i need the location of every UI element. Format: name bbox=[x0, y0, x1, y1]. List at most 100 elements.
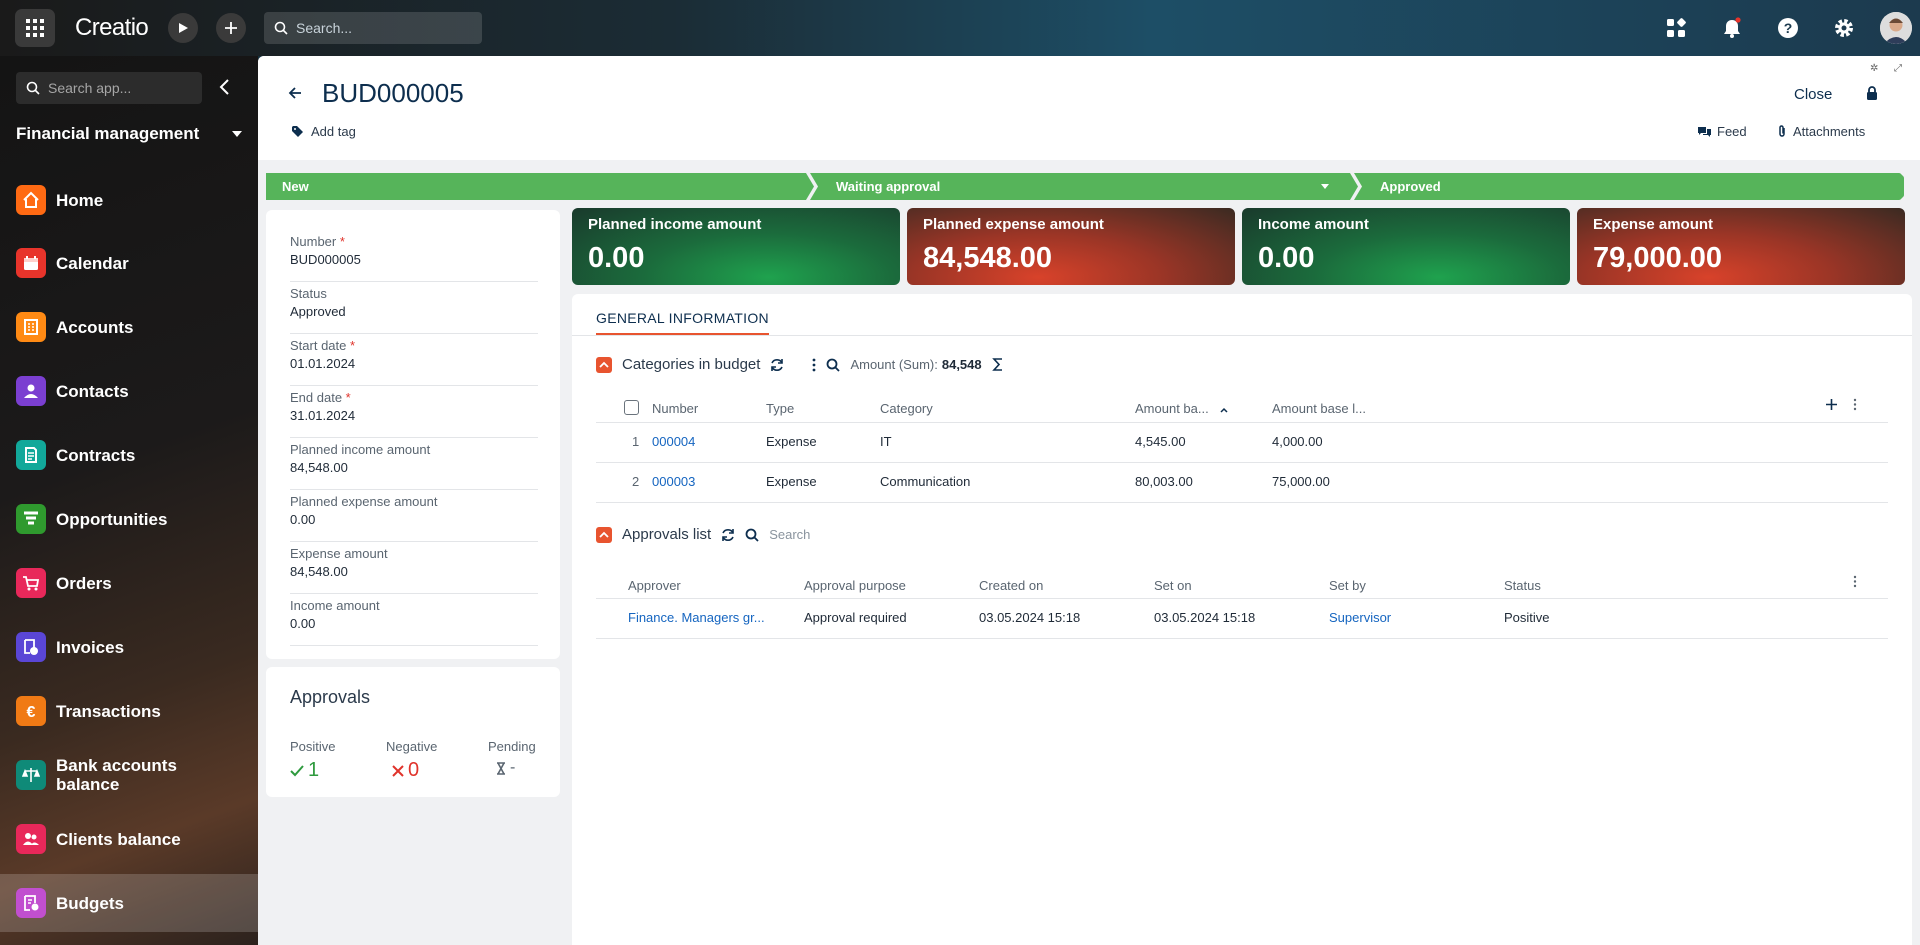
refresh-icon[interactable] bbox=[770, 358, 784, 372]
app-launcher-button[interactable] bbox=[15, 9, 55, 47]
lock-icon bbox=[1867, 86, 1877, 100]
app-search-input[interactable]: Search app... bbox=[16, 72, 202, 104]
sidebar-item-home[interactable]: Home bbox=[0, 171, 258, 229]
expand-icon[interactable]: ⤢ bbox=[1894, 63, 1902, 74]
column-header-created-on[interactable]: Created on bbox=[979, 578, 1043, 593]
lock-button[interactable] bbox=[1866, 86, 1878, 103]
widgets-button[interactable] bbox=[1662, 14, 1690, 42]
back-button[interactable] bbox=[288, 86, 302, 103]
sidebar-item-label: Budgets bbox=[56, 893, 124, 913]
field-number[interactable]: Number * BUD000005 bbox=[290, 234, 538, 282]
user-avatar[interactable] bbox=[1880, 12, 1912, 44]
feed-button[interactable]: Feed bbox=[1698, 124, 1747, 139]
sidebar-item-invoices[interactable]: Invoices bbox=[0, 618, 258, 676]
stage-approved[interactable]: Approved bbox=[1354, 173, 1904, 200]
column-header-amount-base-l[interactable]: Amount base l... bbox=[1272, 401, 1366, 416]
kpi-expense-amount: Expense amount 79,000.00 bbox=[1577, 208, 1905, 285]
stage-new[interactable]: New bbox=[266, 173, 814, 200]
workspace-selector[interactable]: Financial management bbox=[16, 124, 242, 144]
tag-icon bbox=[292, 126, 303, 137]
stage-waiting-approval[interactable]: Waiting approval bbox=[810, 173, 1358, 200]
sidebar-item-contracts[interactable]: Contracts bbox=[0, 426, 258, 484]
attachments-button[interactable]: Attachments bbox=[1777, 124, 1865, 139]
field-planned-expense-amount[interactable]: Planned expense amount 0.00 bbox=[290, 494, 538, 542]
refresh-icon[interactable] bbox=[721, 528, 735, 542]
transactions-icon: € bbox=[16, 696, 46, 726]
row-amount-base: 4,545.00 bbox=[1135, 434, 1186, 449]
field-expense-amount[interactable]: Expense amount 84,548.00 bbox=[290, 546, 538, 594]
app-search-placeholder: Search app... bbox=[48, 80, 132, 96]
field-planned-income-amount[interactable]: Planned income amount 84,548.00 bbox=[290, 442, 538, 490]
column-header-number[interactable]: Number bbox=[652, 401, 698, 416]
kpi-value: 79,000.00 bbox=[1593, 242, 1723, 274]
collapse-approvals-button[interactable] bbox=[596, 526, 612, 543]
search-icon[interactable] bbox=[826, 358, 841, 372]
field-value: 31.01.2024 bbox=[290, 408, 356, 423]
notifications-button[interactable] bbox=[1718, 14, 1746, 42]
creatio-logo[interactable]: Creatio bbox=[75, 14, 149, 42]
global-search-input[interactable]: Search... bbox=[264, 12, 482, 44]
tab-general-information[interactable]: GENERAL INFORMATION bbox=[596, 310, 769, 335]
sigma-icon[interactable] bbox=[991, 358, 1004, 371]
column-header-category[interactable]: Category bbox=[880, 401, 933, 416]
add-tag-button[interactable]: Add tag bbox=[292, 124, 356, 139]
collapse-categories-button[interactable] bbox=[596, 356, 612, 373]
field-start-date[interactable]: Start date * 01.01.2024 bbox=[290, 338, 538, 386]
column-header-set-by[interactable]: Set by bbox=[1329, 578, 1366, 593]
sidebar-item-transactions[interactable]: € Transactions bbox=[0, 682, 258, 740]
sidebar-item-clients-balance[interactable]: Clients balance bbox=[0, 810, 258, 868]
row-type: Expense bbox=[766, 474, 817, 489]
global-search-placeholder: Search... bbox=[296, 20, 353, 36]
record-header: BUD000005 Add tag ✲ ⤢ Close Feed Attachm… bbox=[258, 56, 1920, 160]
row-number-link[interactable]: 000003 bbox=[652, 474, 695, 489]
select-all-checkbox[interactable] bbox=[624, 400, 639, 415]
row-number-link[interactable]: 000004 bbox=[652, 434, 695, 449]
sidebar-item-bank-accounts-balance[interactable]: Bank accounts balance bbox=[0, 746, 258, 804]
sidebar-item-opportunities[interactable]: Opportunities bbox=[0, 490, 258, 548]
approvals-search-input[interactable]: Search bbox=[769, 527, 810, 542]
kpi-label: Planned expense amount bbox=[923, 216, 1104, 233]
caret-down-icon bbox=[1321, 184, 1329, 189]
row-approver-link[interactable]: Finance. Managers gr... bbox=[628, 610, 765, 625]
close-button[interactable]: Close bbox=[1794, 86, 1832, 103]
field-end-date[interactable]: End date * 31.01.2024 bbox=[290, 390, 538, 438]
record-fields-card: Number * BUD000005 Status Approved Start… bbox=[266, 210, 560, 659]
settings-small-icon[interactable]: ✲ bbox=[1870, 63, 1878, 74]
widgets-icon bbox=[1667, 18, 1686, 37]
chat-icon bbox=[1698, 126, 1711, 137]
column-header-amount-base[interactable]: Amount ba... bbox=[1135, 401, 1228, 416]
add-button[interactable] bbox=[216, 13, 246, 43]
user-photo-icon bbox=[1880, 12, 1912, 44]
accounts-icon bbox=[16, 312, 46, 342]
row-amount-base-l: 4,000.00 bbox=[1272, 434, 1323, 449]
search-icon[interactable] bbox=[745, 528, 759, 542]
approvals-options-button[interactable] bbox=[1853, 575, 1857, 591]
help-icon: ? bbox=[1778, 18, 1798, 38]
column-header-set-on[interactable]: Set on bbox=[1154, 578, 1192, 593]
more-vertical-icon[interactable] bbox=[812, 358, 816, 372]
add-row-button[interactable] bbox=[1825, 398, 1838, 414]
settings-button[interactable] bbox=[1830, 14, 1858, 42]
table-options-button[interactable] bbox=[1853, 398, 1857, 414]
sidebar-item-contacts[interactable]: Contacts bbox=[0, 362, 258, 420]
sidebar-item-budgets[interactable]: Budgets bbox=[0, 874, 258, 932]
kpi-label: Planned income amount bbox=[588, 216, 762, 233]
field-income-amount[interactable]: Income amount 0.00 bbox=[290, 598, 538, 646]
sidebar-item-calendar[interactable]: Calendar bbox=[0, 234, 258, 292]
approvals-list-title: Approvals list bbox=[622, 526, 712, 543]
column-header-type[interactable]: Type bbox=[766, 401, 794, 416]
arrow-left-icon bbox=[288, 87, 301, 99]
search-icon bbox=[26, 81, 40, 95]
field-label: Expense amount bbox=[290, 546, 388, 561]
field-status[interactable]: Status Approved bbox=[290, 286, 538, 334]
column-header-status[interactable]: Status bbox=[1504, 578, 1541, 593]
collapse-sidebar-button[interactable] bbox=[218, 78, 230, 99]
kpi-value: 84,548.00 bbox=[923, 242, 1053, 274]
row-set-by-link[interactable]: Supervisor bbox=[1329, 610, 1391, 625]
help-button[interactable]: ? bbox=[1774, 14, 1802, 42]
sidebar-item-accounts[interactable]: Accounts bbox=[0, 298, 258, 356]
column-header-approval-purpose[interactable]: Approval purpose bbox=[804, 578, 906, 593]
run-process-button[interactable] bbox=[168, 13, 198, 43]
column-header-approver[interactable]: Approver bbox=[628, 578, 681, 593]
sidebar-item-orders[interactable]: Orders bbox=[0, 554, 258, 612]
